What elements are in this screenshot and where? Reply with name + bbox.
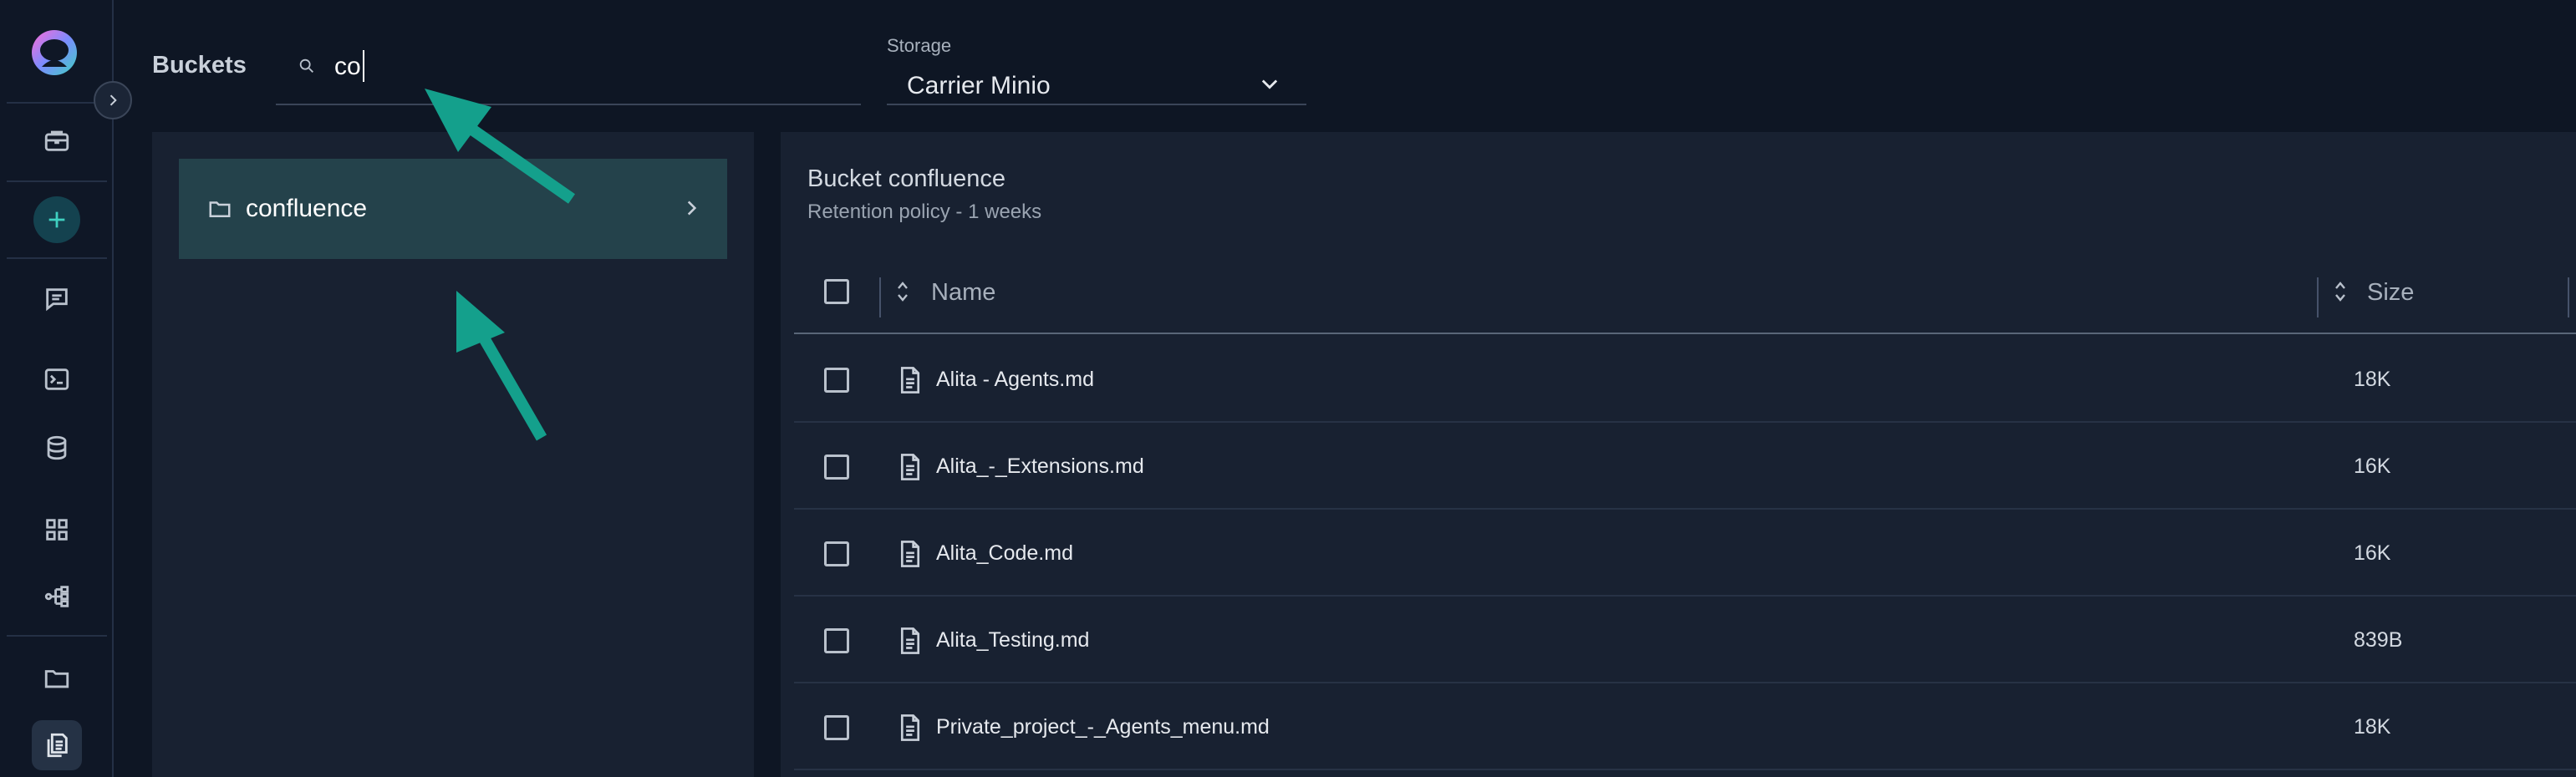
app-logo[interactable] <box>30 28 79 77</box>
file-name[interactable]: Private_project_-_Agents_menu.md <box>936 715 1270 739</box>
column-header-name[interactable]: Name <box>931 279 995 307</box>
table-row[interactable]: Alita_-_Extensions.md 16K <box>794 423 2576 510</box>
file-size: 16K <box>2354 541 2391 565</box>
flow-icon[interactable] <box>37 576 77 617</box>
file-size: 16K <box>2354 455 2391 478</box>
file-icon <box>898 627 923 655</box>
storage-value: Carrier Minio <box>907 72 1051 99</box>
sidebar <box>0 0 114 777</box>
file-icon <box>898 540 923 568</box>
table-header: Name Size <box>794 249 2576 334</box>
terminal-icon[interactable] <box>37 359 77 399</box>
search-icon <box>298 57 316 75</box>
row-checkbox[interactable] <box>824 628 849 653</box>
row-checkbox[interactable] <box>824 455 849 480</box>
file-name[interactable]: Alita_Testing.md <box>936 628 1089 653</box>
chat-icon[interactable] <box>37 279 77 319</box>
file-size: 839B <box>2354 628 2403 652</box>
row-checkbox[interactable] <box>824 368 849 393</box>
table-row[interactable]: Alita_Code.md 16K <box>794 510 2576 597</box>
database-icon[interactable] <box>37 428 77 468</box>
retention-policy: Retention policy - 1 weeks <box>807 201 1042 223</box>
table-row[interactable]: Alita_Testing.md 839B <box>794 597 2576 683</box>
bucket-detail: Bucket confluence Retention policy - 1 w… <box>781 132 2576 777</box>
row-checkbox[interactable] <box>824 541 849 566</box>
file-size: 18K <box>2354 368 2391 391</box>
sidebar-divider <box>7 635 107 637</box>
folder-icon <box>207 196 232 221</box>
file-name[interactable]: Alita - Agents.md <box>936 368 1094 392</box>
add-button[interactable] <box>33 196 80 243</box>
file-icon <box>898 453 923 481</box>
table-row[interactable]: Private_project_-_Agents_menu.md 18K <box>794 683 2576 770</box>
search-input[interactable] <box>334 47 836 87</box>
sidebar-divider <box>7 102 107 104</box>
file-name[interactable]: Alita_-_Extensions.md <box>936 455 1144 479</box>
apps-grid-icon[interactable] <box>37 510 77 550</box>
chevron-right-icon <box>680 197 702 219</box>
expand-sidebar-button[interactable] <box>94 81 132 119</box>
search-field[interactable] <box>276 42 861 105</box>
column-divider[interactable] <box>2568 277 2569 317</box>
sort-icon[interactable] <box>2334 279 2347 304</box>
file-name[interactable]: Alita_Code.md <box>936 541 1073 566</box>
bucket-item-confluence[interactable]: confluence <box>179 159 727 259</box>
plus-icon <box>48 211 65 228</box>
select-all-checkbox[interactable] <box>824 279 849 304</box>
bucket-list: confluence <box>152 132 754 777</box>
storage-select[interactable]: Carrier Minio <box>887 58 1306 105</box>
column-divider[interactable] <box>2317 277 2319 317</box>
chevron-down-icon <box>1258 72 1281 95</box>
bucket-name: confluence <box>246 195 368 222</box>
bucket-title: Bucket confluence <box>807 165 1005 192</box>
text-cursor <box>363 50 364 82</box>
row-checkbox[interactable] <box>824 715 849 740</box>
sort-icon[interactable] <box>896 279 909 304</box>
sidebar-divider <box>7 180 107 182</box>
column-header-size[interactable]: Size <box>2367 279 2414 307</box>
chevron-right-icon <box>109 94 117 106</box>
file-icon <box>898 714 923 742</box>
table-row[interactable]: Alita - Agents.md 18K <box>794 336 2576 423</box>
sidebar-divider <box>7 257 107 259</box>
documents-icon[interactable] <box>32 720 82 770</box>
page-title: Buckets <box>152 52 247 79</box>
file-size: 18K <box>2354 715 2391 739</box>
folder-icon[interactable] <box>37 658 77 698</box>
storage-label: Storage <box>887 35 952 56</box>
file-icon <box>898 366 923 394</box>
column-divider[interactable] <box>879 277 881 317</box>
briefcase-icon[interactable] <box>37 120 77 160</box>
